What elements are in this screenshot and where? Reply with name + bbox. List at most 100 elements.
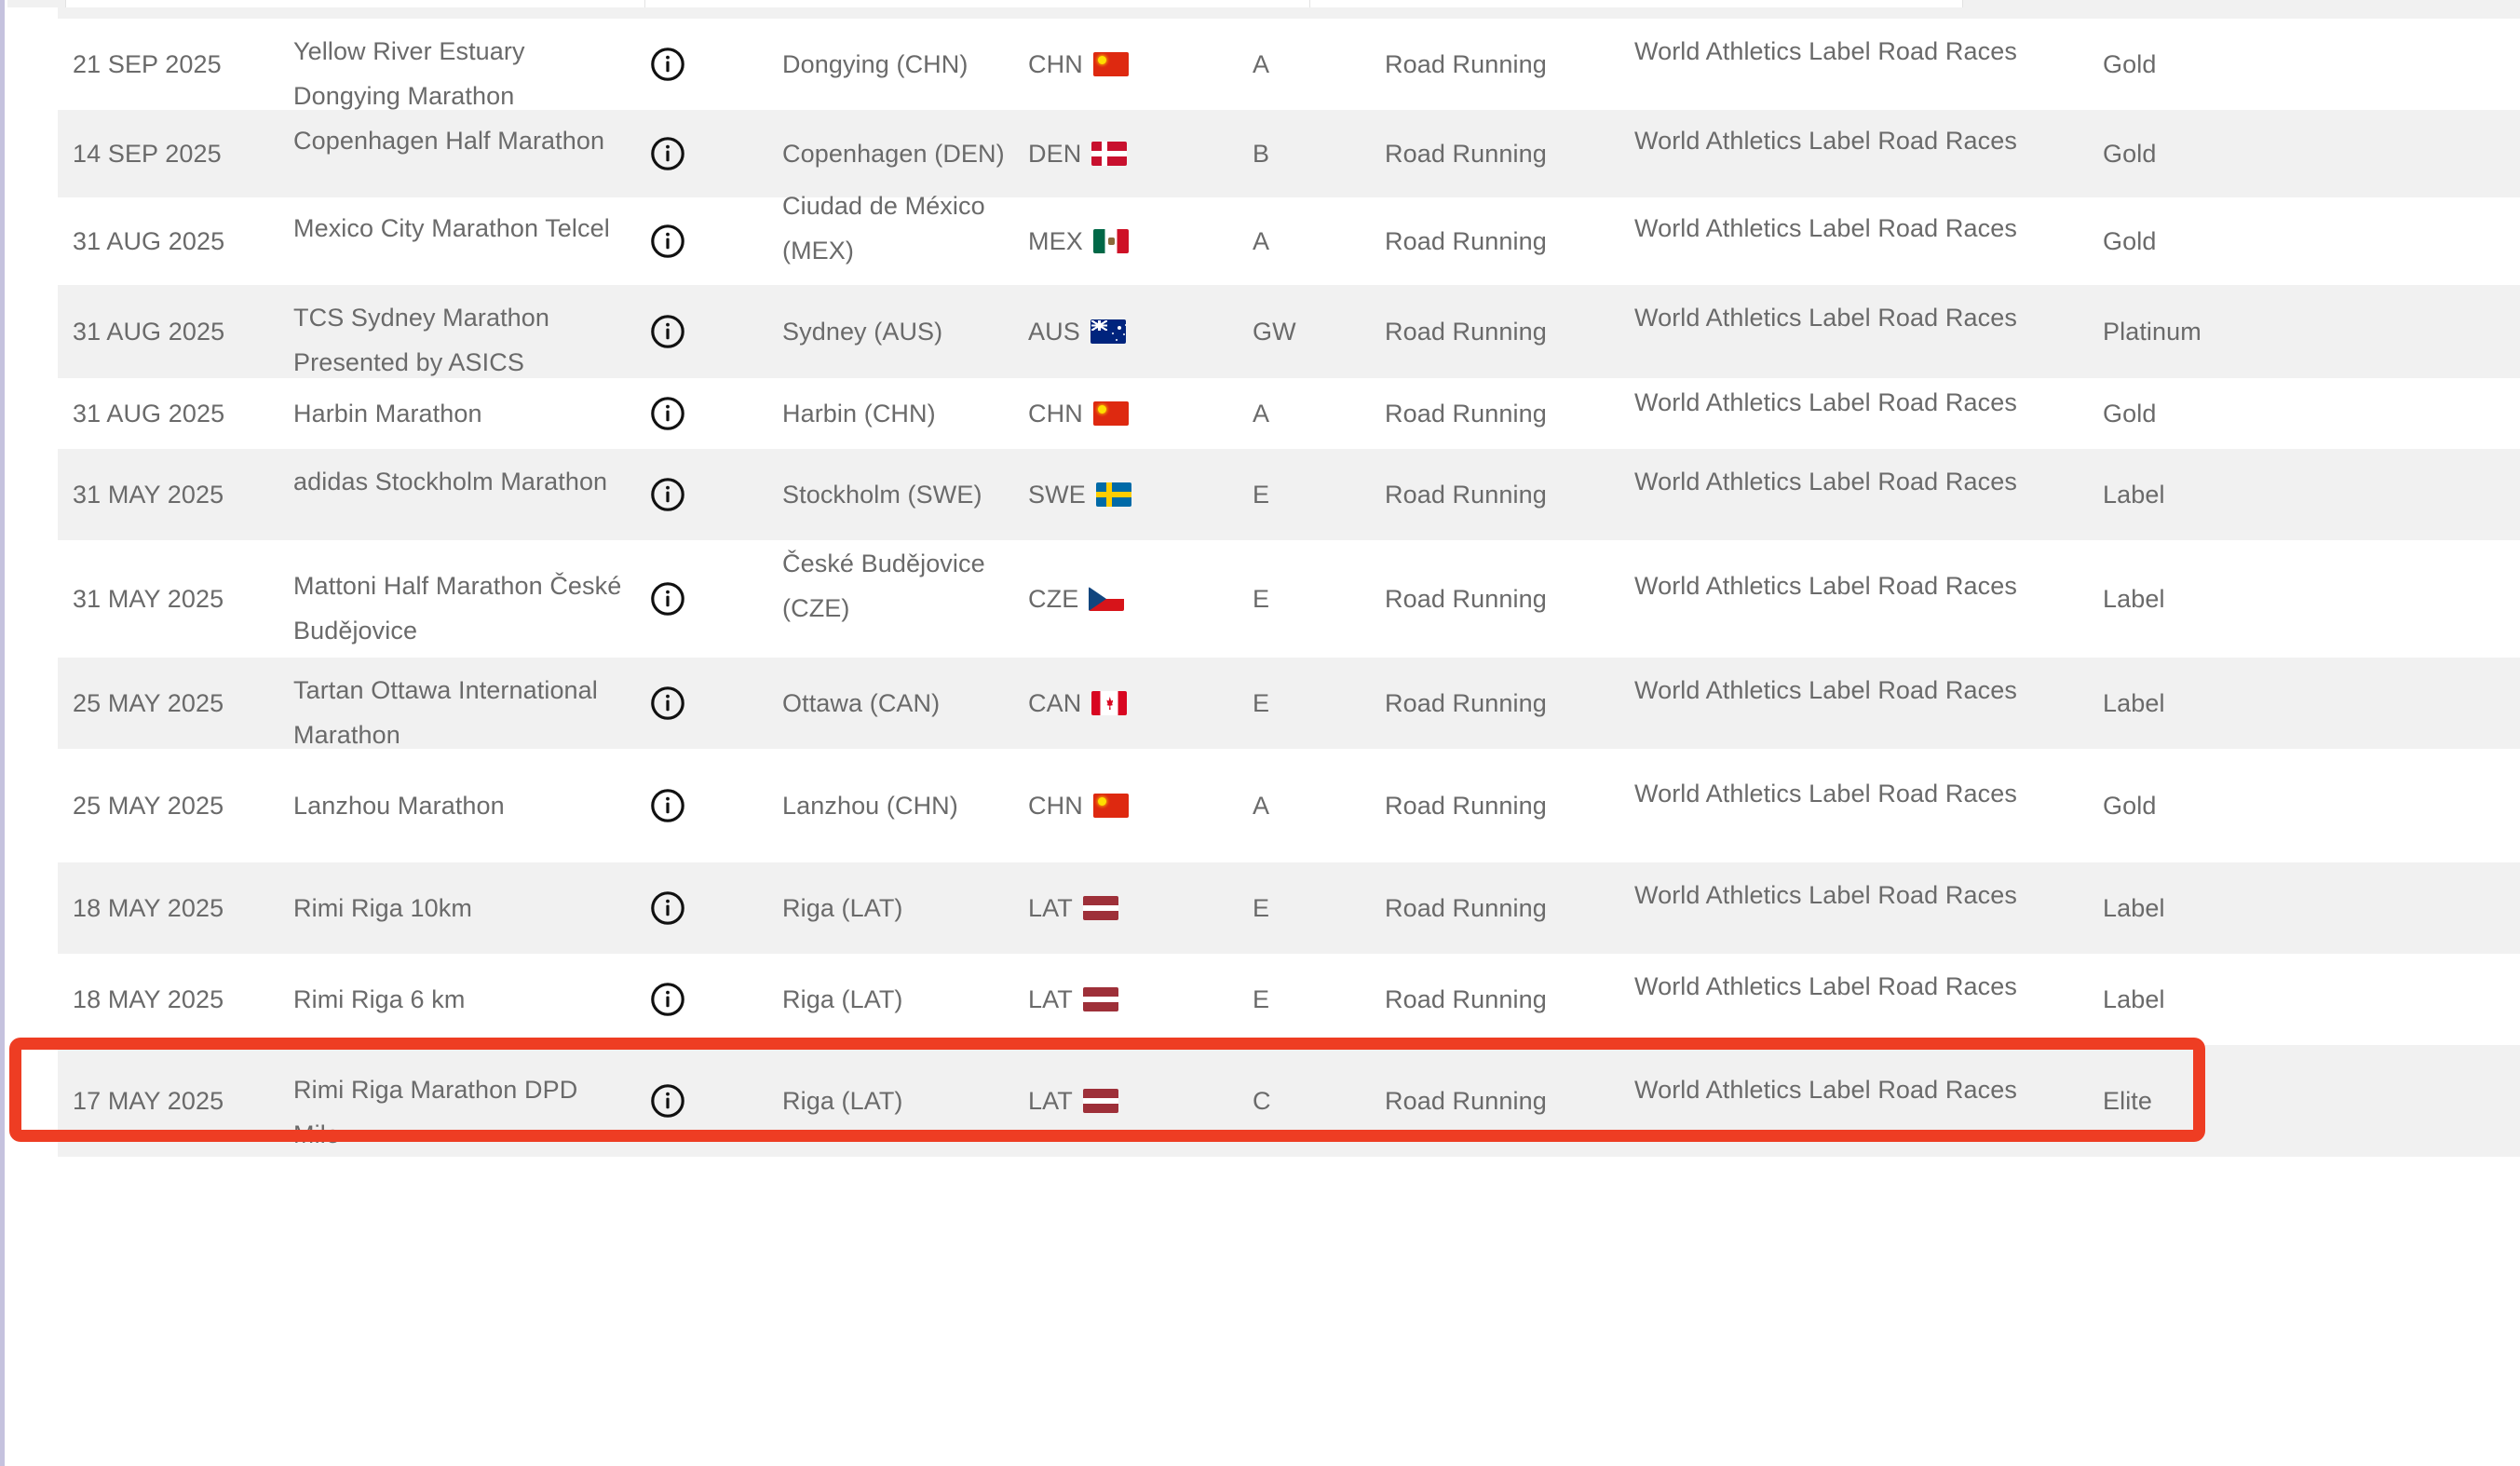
event-date-cell: 31 MAY 2025 <box>73 585 224 613</box>
event-name-cell: Harbin Marathon <box>293 400 482 428</box>
country-code: DEN <box>1028 140 1082 168</box>
event-name-cell: Rimi Riga 6 km <box>293 985 466 1013</box>
category-cell: B <box>1253 140 1270 168</box>
event-date-cell: 31 AUG 2025 <box>73 318 225 346</box>
discipline-cell: Road Running <box>1385 50 1547 78</box>
table-row[interactable]: 17 MAY 2025 Rimi Riga Marathon DPD Mile Ri… <box>0 1045 2520 1157</box>
venue-cell: Lanzhou (CHN) <box>782 792 958 820</box>
event-date-cell: 31 AUG 2025 <box>73 400 225 428</box>
venue-cell: Harbin (CHN) <box>782 400 936 428</box>
event-info-icon[interactable] <box>650 47 691 82</box>
table-row[interactable]: 18 MAY 2025 Rimi Riga 10km Riga (LAT) LAT E R… <box>0 862 2520 954</box>
country-code: CHN <box>1028 792 1083 820</box>
table-row[interactable]: 25 MAY 2025 Tartan Ottawa International M… <box>0 658 2520 749</box>
venue-cell: Sydney (AUS) <box>782 318 943 346</box>
event-info-icon[interactable] <box>650 1083 691 1119</box>
venue-cell: Ottawa (CAN) <box>782 689 941 717</box>
country-cell: LAT <box>1028 1079 1200 1123</box>
label-cell: Label <box>2103 689 2165 717</box>
label-cell: Platinum <box>2103 318 2202 346</box>
country-cell: MEX <box>1028 219 1200 264</box>
event-info-icon[interactable] <box>650 788 691 823</box>
category-cell: E <box>1253 689 1270 717</box>
country-code: LAT <box>1028 894 1073 922</box>
table-row[interactable]: 21 SEP 2025 Yellow River Estuary Dongying… <box>0 19 2520 110</box>
table-row[interactable]: 31 AUG 2025 Harbin Marathon Harbin (CHN) CH… <box>0 378 2520 449</box>
country-cell: AUS <box>1028 309 1200 354</box>
discipline-cell: Road Running <box>1385 227 1547 255</box>
event-name-cell: Tartan Ottawa International Marathon <box>293 676 598 749</box>
flag-latvia-icon <box>1082 987 1118 1011</box>
category-cell: E <box>1253 985 1270 1013</box>
label-cell: Gold <box>2103 140 2157 168</box>
event-info-icon[interactable] <box>650 224 691 259</box>
country-code: LAT <box>1028 1087 1073 1115</box>
event-date-cell: 18 MAY 2025 <box>73 985 224 1013</box>
event-info-icon[interactable] <box>650 136 691 171</box>
flag-latvia-icon <box>1082 1089 1118 1113</box>
competition-group-cell: World Athletics Label Road Races <box>1634 972 2017 1000</box>
event-name-cell: adidas Stockholm Marathon <box>293 468 608 495</box>
competition-group-cell: World Athletics Label Road Races <box>1634 572 2017 600</box>
venue-cell: Riga (LAT) <box>782 894 903 922</box>
event-name-cell: Yellow River Estuary Dongying Marathon <box>293 37 525 110</box>
top-chrome-segment-left <box>65 0 646 7</box>
label-cell: Gold <box>2103 227 2157 255</box>
table-row[interactable]: 31 MAY 2025 adidas Stockholm Marathon Stoc… <box>0 449 2520 540</box>
event-name-cell: Copenhagen Half Marathon <box>293 127 605 155</box>
competition-group-cell: World Athletics Label Road Races <box>1634 37 2017 65</box>
event-info-icon[interactable] <box>650 581 691 617</box>
venue-cell: Stockholm (SWE) <box>782 481 982 509</box>
event-date-cell: 21 SEP 2025 <box>73 50 222 78</box>
discipline-cell: Road Running <box>1385 481 1547 509</box>
discipline-cell: Road Running <box>1385 894 1547 922</box>
table-row[interactable]: 25 MAY 2025 Lanzhou Marathon Lanzhou (CHN)… <box>0 749 2520 862</box>
label-cell: Label <box>2103 585 2165 613</box>
event-date-cell: 25 MAY 2025 <box>73 792 224 820</box>
label-cell: Label <box>2103 985 2165 1013</box>
venue-cell: Riga (LAT) <box>782 985 903 1013</box>
results-table-page: Races21 SEP 2025Yellow River Estuary Don… <box>0 0 2520 1466</box>
venue-cell: Dongying (CHN) <box>782 50 969 78</box>
venue-cell: České Budějovice (CZE) <box>782 550 985 622</box>
event-date-cell: 25 MAY 2025 <box>73 689 224 717</box>
table-row[interactable]: 31 AUG 2025 TCS Sydney Marathon Presented… <box>0 285 2520 378</box>
label-cell: Elite <box>2103 1087 2153 1115</box>
country-cell: LAT <box>1028 977 1200 1022</box>
country-code: SWE <box>1028 481 1086 509</box>
country-cell: CHN <box>1028 783 1200 828</box>
event-info-icon[interactable] <box>650 685 691 721</box>
country-code: CHN <box>1028 400 1083 428</box>
label-cell: Gold <box>2103 50 2157 78</box>
table-row[interactable]: 31 AUG 2025 Mexico City Marathon Telcel Ci… <box>0 192 2520 285</box>
event-info-icon[interactable] <box>650 982 691 1017</box>
discipline-cell: Road Running <box>1385 318 1547 346</box>
event-info-icon[interactable] <box>650 477 691 512</box>
country-cell: LAT <box>1028 886 1200 930</box>
category-cell: E <box>1253 481 1270 509</box>
event-info-icon[interactable] <box>650 396 691 431</box>
venue-cell: Riga (LAT) <box>782 1087 903 1115</box>
flag-czechia-icon <box>1089 587 1125 611</box>
flag-china-icon <box>1092 794 1129 818</box>
event-info-icon[interactable] <box>650 890 691 926</box>
country-cell: CAN <box>1028 681 1200 726</box>
competition-group-cell: World Athletics Label Road Races <box>1634 1076 2017 1104</box>
flag-latvia-icon <box>1082 896 1118 920</box>
discipline-cell: Road Running <box>1385 400 1547 428</box>
flag-mexico-icon <box>1092 229 1129 253</box>
event-name-cell: Lanzhou Marathon <box>293 792 505 820</box>
discipline-cell: Road Running <box>1385 985 1547 1013</box>
category-cell: GW <box>1253 318 1296 346</box>
competition-group-cell: World Athletics Label Road Races <box>1634 468 2017 495</box>
table-row[interactable]: 18 MAY 2025 Rimi Riga 6 km Riga (LAT) LAT E R… <box>0 954 2520 1045</box>
category-cell: A <box>1253 792 1270 820</box>
table-row[interactable]: 14 SEP 2025 Copenhagen Half Marathon Copen… <box>0 110 2520 197</box>
page-left-rail-inner <box>5 0 7 1466</box>
flag-sweden-icon <box>1095 482 1131 507</box>
venue-cell: Ciudad de México (MEX) <box>782 192 985 265</box>
event-date-cell: 17 MAY 2025 <box>73 1087 224 1115</box>
event-info-icon[interactable] <box>650 314 691 349</box>
flag-australia-icon <box>1090 319 1126 344</box>
table-row[interactable]: 31 MAY 2025 Mattoni Half Marathon České B… <box>0 540 2520 658</box>
